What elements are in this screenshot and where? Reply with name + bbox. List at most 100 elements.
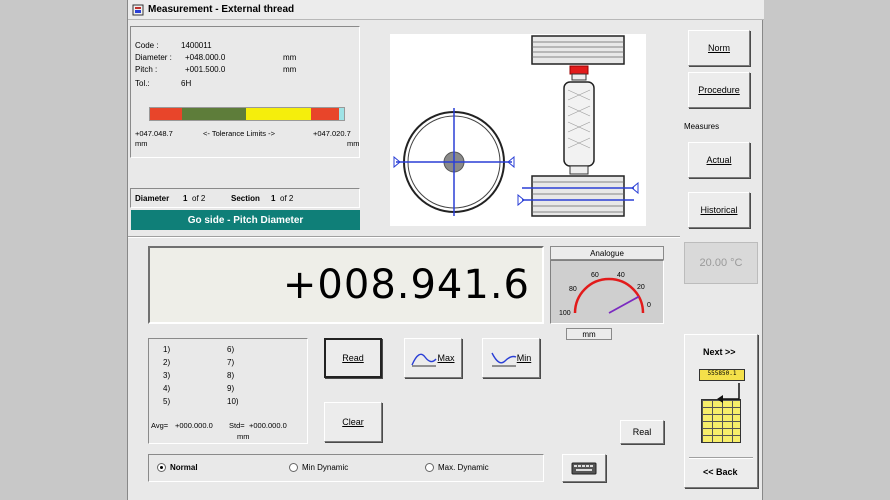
min-curve-icon	[491, 352, 516, 367]
code-value: 1400011	[181, 41, 212, 50]
reading-slot-9: 9)	[227, 384, 235, 393]
radio-max-dynamic[interactable]: Max. Dynamic	[425, 463, 489, 472]
keyboard-button[interactable]	[562, 454, 606, 482]
analogue-gauge: 100 80 60 40 20 0	[550, 260, 664, 324]
diameter-label: Diameter :	[135, 53, 172, 62]
procedure-button[interactable]: Procedure	[688, 72, 750, 108]
norm-button[interactable]: Norm	[688, 30, 750, 66]
code-label: Code :	[135, 41, 159, 50]
diameter-unit: mm	[283, 53, 297, 62]
radio-min-dynamic-label: Min Dynamic	[302, 463, 349, 472]
max-curve-icon	[411, 353, 438, 367]
temperature-display: 20.00 °C	[684, 242, 758, 284]
position-bar: Diameter 1 of 2 Section 1 of 2	[130, 188, 360, 208]
thumbnail-arrow-icon	[717, 383, 740, 403]
reading-slot-10: 10)	[227, 397, 239, 406]
mode-banner: Go side - Pitch Diameter	[131, 210, 360, 230]
gauge-arc	[573, 277, 645, 314]
measurement-window: Measurement - External thread Code : 140…	[127, 0, 764, 500]
section-pos-label: Section	[231, 194, 260, 203]
readings-panel: 1) 2) 3) 4) 5) 6) 7) 8) 9) 10) Avg= +000…	[148, 338, 308, 444]
nav-panel: Next >> 555850.1 << Back	[684, 334, 758, 488]
gauge-tick-60: 60	[591, 272, 599, 279]
historical-label: Historical	[700, 205, 738, 215]
part-info-panel: Code : 1400011 Diameter : +048.000.0 mm …	[130, 26, 360, 158]
diameter-pos-index: 1	[183, 194, 188, 203]
avg-value: +000.000.0	[175, 421, 213, 430]
diameter-value: +048.000.0	[185, 53, 226, 62]
norm-label: Norm	[708, 43, 730, 53]
real-label: Real	[632, 427, 652, 437]
gauge-tick-20: 20	[637, 284, 645, 291]
nav-separator	[689, 457, 753, 459]
diameter-pos-label: Diameter	[135, 194, 170, 203]
tolerance-high-unit: mm	[347, 139, 360, 148]
back-label[interactable]: << Back	[703, 467, 738, 477]
tolerance-low: +047.048.7	[135, 129, 173, 138]
tolerance-zone-cyan	[339, 108, 344, 120]
analogue-title: Analogue	[550, 246, 664, 260]
mode-radio-group: Normal Min Dynamic Max. Dynamic	[148, 454, 544, 482]
reading-slot-1: 1)	[163, 345, 171, 354]
min-label: Min	[516, 353, 532, 363]
tolerance-zone-red-low	[150, 108, 182, 120]
app-icon	[132, 4, 144, 16]
thread-diagram	[390, 34, 646, 226]
diameter-pos-of: of 2	[192, 194, 206, 203]
historical-button[interactable]: Historical	[688, 192, 750, 228]
thumbnail-display: 555850.1	[699, 369, 745, 381]
avg-label: Avg=	[151, 421, 169, 430]
pitch-value: +001.500.0	[185, 65, 226, 74]
keyboard-icon	[571, 462, 597, 475]
tolerance-zone-yellow	[246, 108, 311, 120]
readings-unit: mm	[237, 432, 250, 441]
clear-label: Clear	[342, 417, 364, 427]
read-button[interactable]: Read	[324, 338, 382, 378]
radio-normal-dot	[157, 463, 166, 472]
gauge-tick-100: 100	[559, 310, 571, 317]
clear-button[interactable]: Clear	[324, 402, 382, 442]
window-title: Measurement - External thread	[148, 4, 295, 15]
gauge-svg: 100 80 60 40 20 0	[559, 272, 651, 317]
reading-slot-3: 3)	[163, 371, 171, 380]
radio-normal[interactable]: Normal	[157, 463, 198, 472]
actual-label: Actual	[706, 155, 732, 165]
tolerance-zone-red-high	[311, 108, 339, 120]
pitch-label: Pitch :	[135, 65, 158, 74]
pitch-unit: mm	[283, 65, 297, 74]
min-button[interactable]: Min	[482, 338, 540, 378]
section-pos-of: of 2	[280, 194, 294, 203]
gauge-tick-80: 80	[569, 286, 577, 293]
actual-button[interactable]: Actual	[688, 142, 750, 178]
tolerance-caption: <- Tolerance Limits ->	[203, 129, 275, 138]
unit-box: mm	[566, 328, 612, 340]
tolerance-zone-green	[182, 108, 246, 120]
radio-max-dynamic-dot	[425, 463, 434, 472]
std-label: Std=	[229, 421, 245, 430]
thread-diagram-svg	[393, 35, 639, 217]
tolerance-low-unit: mm	[135, 139, 148, 148]
reading-slot-8: 8)	[227, 371, 235, 380]
gauge-tick-40: 40	[617, 272, 625, 279]
gauge-tick-0: 0	[647, 302, 651, 309]
std-value: +000.000.0	[249, 421, 287, 430]
tol-value: 6H	[181, 79, 192, 88]
reading-slot-5: 5)	[163, 397, 171, 406]
procedure-thumbnail[interactable]: 555850.1	[697, 369, 747, 447]
radio-min-dynamic[interactable]: Min Dynamic	[289, 463, 348, 472]
title-bar: Measurement - External thread	[128, 0, 764, 20]
thumbnail-table	[701, 399, 741, 443]
upper-anvil	[531, 35, 625, 65]
real-button[interactable]: Real	[620, 420, 664, 444]
reading-display: +008.941.6	[148, 246, 544, 324]
tolerance-high: +047.020.7	[313, 129, 351, 138]
next-label[interactable]: Next >>	[703, 347, 736, 357]
procedure-label: Procedure	[698, 85, 740, 95]
reading-slot-7: 7)	[227, 358, 235, 367]
max-button[interactable]: Max	[404, 338, 462, 378]
reading-slot-2: 2)	[163, 358, 171, 367]
spacer-neck	[571, 73, 587, 81]
spindle	[563, 81, 595, 167]
radio-max-dynamic-label: Max. Dynamic	[438, 463, 489, 472]
horizontal-separator	[128, 236, 680, 238]
